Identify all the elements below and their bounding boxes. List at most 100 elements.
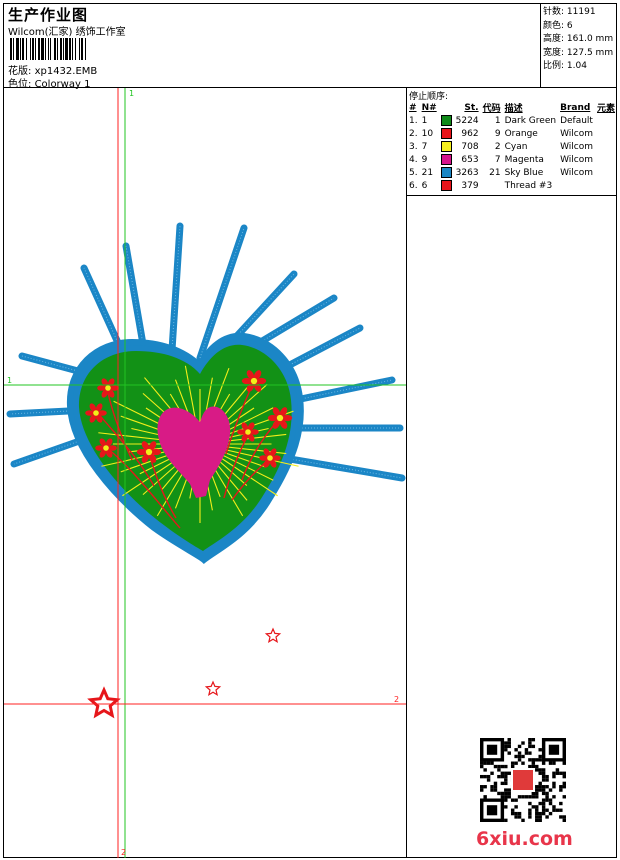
qr-center-logo [513, 770, 533, 790]
cell-sw [440, 140, 455, 153]
flower-center [250, 377, 258, 385]
cell-seq: 4. [409, 154, 418, 165]
design-preview: 1 1 2 2 [4, 88, 406, 858]
cell-desc: Thread #3 [504, 180, 553, 191]
stat-height: 高度: 161.0 mm [543, 34, 614, 44]
col-brand: Brand [560, 102, 591, 113]
stat-width: 宽度: 127.5 mm [543, 47, 614, 58]
cell-desc: Orange [504, 128, 538, 139]
cell-el [596, 153, 618, 166]
qr-code-icon [480, 738, 566, 822]
design-stats: 针数: 11191 颜色: 6 高度: 161.0 mm 宽度: 127.5 m… [543, 6, 613, 74]
cell-sw [440, 166, 455, 179]
flower-center [267, 455, 273, 461]
cell-el [596, 166, 618, 179]
table-row: 4. 9 653 7 Magenta Wilcom [408, 153, 618, 166]
star [204, 680, 222, 696]
col-stitches: St. [464, 102, 479, 113]
cell-brand: Default [560, 115, 593, 126]
cell-brand [559, 179, 596, 192]
flower-center [103, 445, 109, 451]
cell-desc: Magenta [504, 154, 544, 165]
stat-colors: 颜色: 6 [543, 20, 573, 31]
color-swatch [440, 154, 452, 165]
cell-seq: 1. [409, 115, 418, 126]
cell-n: 10 [421, 128, 434, 139]
cell-code: 21 [489, 167, 501, 178]
color-swatch [440, 128, 452, 139]
cell-code: 7 [494, 154, 501, 165]
cell-sw [440, 179, 455, 192]
cell-st: 3263 [455, 167, 479, 178]
cell-desc: Dark Green [504, 115, 557, 126]
cell-seq: 5. [409, 167, 418, 178]
cell-st: 379 [461, 180, 479, 191]
col-seq: # [409, 102, 417, 113]
cell-desc: Sky Blue [504, 167, 544, 178]
guide-label-h2: 2 [394, 695, 399, 704]
flower-center [105, 385, 111, 391]
cell-sw [440, 127, 455, 140]
star [264, 627, 282, 643]
flower-center [145, 448, 153, 456]
flower-center [276, 414, 284, 422]
flower-center [245, 429, 251, 435]
cell-el [596, 114, 618, 127]
panel-divider [406, 87, 407, 858]
stop-sequence-table: # N# St. 代码 描述 Brand 元素 1. 1 5224 1 Dark Gre… [408, 101, 618, 192]
col-desc: 描述 [504, 104, 523, 114]
guide-label-v2: 2 [121, 848, 126, 857]
cell-n: 6 [421, 180, 428, 191]
spike [280, 454, 406, 482]
cell-n: 1 [421, 115, 428, 126]
cell-code: 2 [494, 141, 501, 152]
stop-list-divider [406, 195, 617, 196]
col-element: 元素 [597, 104, 616, 114]
stat-scale: 比例: 1.04 [543, 61, 587, 71]
cell-st: 653 [461, 154, 479, 165]
table-header-row: # N# St. 代码 描述 Brand 元素 [408, 101, 618, 115]
stat-stitches: 针数: 11191 [543, 7, 596, 17]
table-row: 2. 10 962 9 Orange Wilcom [408, 127, 618, 140]
spike [292, 376, 396, 404]
guide-label-v1: 1 [129, 89, 134, 98]
outline-stars [87, 627, 282, 719]
page-title: 生产作业图 [8, 6, 89, 24]
studio-name: Wilcom(汇家) 绣饰工作室 [8, 27, 126, 38]
color-swatch [440, 115, 452, 126]
watermark-logo: 6xiu.com [476, 828, 573, 850]
cell-code: 1 [494, 115, 501, 126]
color-swatch [440, 167, 452, 178]
barcode-icon [10, 38, 86, 60]
cell-brand: Wilcom [560, 141, 594, 152]
table-row: 3. 7 708 2 Cyan Wilcom [408, 140, 618, 153]
col-code: 代码 [482, 104, 501, 114]
cell-st: 962 [461, 128, 479, 139]
cell-code: 9 [494, 128, 501, 139]
cell-el [596, 140, 618, 153]
color-swatch [440, 180, 452, 191]
table-row: 5. 21 3263 21 Sky Blue Wilcom [408, 166, 618, 179]
cell-st: 708 [461, 141, 479, 152]
cell-brand: Wilcom [560, 128, 594, 139]
cell-n: 7 [421, 141, 428, 152]
cell-st: 5224 [455, 115, 479, 126]
cell-n: 9 [421, 154, 428, 165]
stats-divider [540, 3, 541, 88]
cell-desc: Cyan [504, 141, 528, 152]
guide-label-h1: 1 [7, 376, 12, 385]
cell-seq: 6. [409, 180, 418, 191]
table-row: 6. 6 379 Thread #3 [408, 179, 618, 192]
cell-el [596, 179, 618, 192]
col-needle: N# [421, 102, 437, 113]
col-swatch [440, 101, 455, 114]
color-swatch [440, 141, 452, 152]
cell-sw [440, 153, 455, 166]
cell-seq: 2. [409, 128, 418, 139]
cell-brand: Wilcom [560, 154, 594, 165]
cell-seq: 3. [409, 141, 418, 152]
cell-n: 21 [421, 167, 434, 178]
cell-el [596, 127, 618, 140]
cell-sw [440, 114, 455, 127]
star [87, 686, 121, 719]
